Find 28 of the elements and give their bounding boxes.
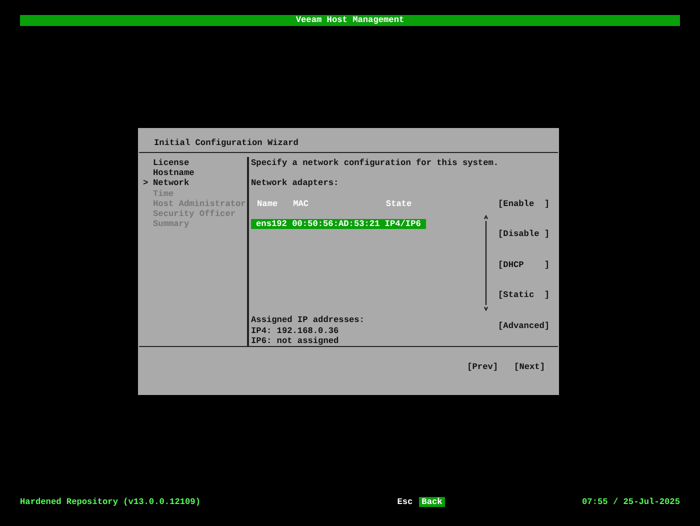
action-button[interactable]: [Disable ] bbox=[498, 229, 550, 240]
action-button[interactable]: [DHCP ] bbox=[498, 260, 550, 270]
scrollbar-drawing[interactable] bbox=[483, 215, 489, 311]
table-cell-text: 00:50:56:AD:53:21 bbox=[292, 219, 381, 230]
column-header: MAC bbox=[293, 198, 310, 209]
date-time: 07:55 / 25-Jul-2025 bbox=[582, 496, 680, 507]
instruction-text: Specify a network configuration for this system. bbox=[251, 158, 499, 168]
dialog-title: Initial Configuration Wizard bbox=[154, 138, 298, 148]
key-hint: Esc bbox=[397, 496, 413, 507]
product-version: Hardened Repository (v13.0.0.12109) bbox=[20, 496, 200, 507]
window-title: Veeam Host Management bbox=[296, 15, 404, 26]
wizard-step[interactable]: License bbox=[153, 158, 190, 168]
ip-info-text: IP4: 192.168.0.36 bbox=[251, 326, 340, 336]
table-cell-text: IP4/IP6 bbox=[384, 219, 422, 230]
ip-info-text: IP6: not assigned bbox=[251, 336, 340, 346]
table-cell-text: ens192 bbox=[256, 219, 288, 230]
wizard-step[interactable]: Hostname bbox=[153, 168, 194, 178]
action-button[interactable]: [Static ] bbox=[498, 290, 550, 301]
nav-button[interactable]: [Next] bbox=[514, 362, 545, 372]
nav-button[interactable]: [Prev] bbox=[467, 362, 498, 372]
column-header: State bbox=[386, 198, 413, 209]
ip-info-text: Assigned IP addresses: bbox=[251, 315, 366, 326]
action-button[interactable]: [Enable ] bbox=[498, 199, 550, 210]
current-step-marker: > bbox=[143, 178, 150, 189]
column-header: Name bbox=[257, 198, 279, 209]
wizard-step[interactable]: Network bbox=[153, 178, 190, 189]
action-button[interactable]: [Advanced] bbox=[498, 320, 550, 332]
section-label: Network adapters: bbox=[251, 178, 340, 189]
